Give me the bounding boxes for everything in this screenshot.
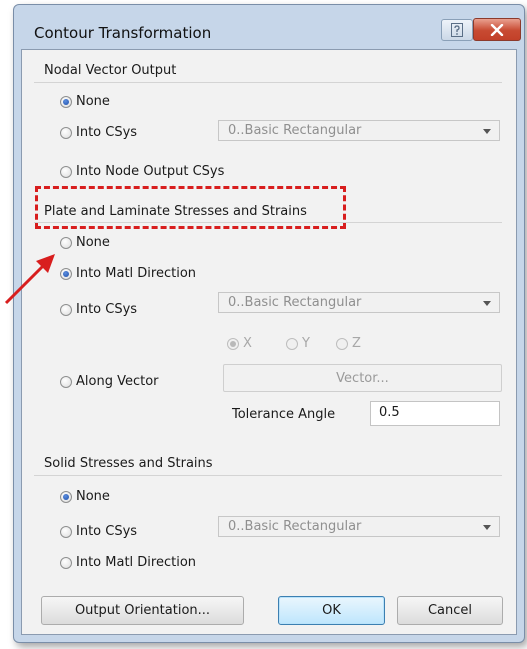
radio-indicator <box>60 267 72 280</box>
radio-indicator <box>60 525 72 538</box>
nodal-none-radio[interactable]: None <box>60 94 110 109</box>
solid-none-label: None <box>76 489 110 504</box>
solid-matl-direction-radio[interactable]: Into Matl Direction <box>60 555 196 570</box>
solid-matl-direction-label: Into Matl Direction <box>76 555 197 570</box>
radio-indicator <box>227 337 239 350</box>
nodal-csys-value: 0..Basic Rectangular <box>228 123 362 138</box>
nodal-into-node-csys-label: Into Node Output CSys <box>76 164 225 179</box>
plate-none-radio[interactable]: None <box>60 235 110 250</box>
plate-along-vector-label: Along Vector <box>76 374 159 389</box>
solid-csys-value: 0..Basic Rectangular <box>228 519 362 534</box>
solid-into-csys-label: Into CSys <box>76 524 138 539</box>
solid-none-radio[interactable]: None <box>60 489 110 504</box>
plate-axis-y-label: Y <box>302 336 310 351</box>
solid-csys-dropdown[interactable]: 0..Basic Rectangular <box>218 516 500 537</box>
tolerance-angle-input[interactable]: 0.5 <box>370 401 500 426</box>
radio-indicator <box>60 165 72 178</box>
cancel-button[interactable]: Cancel <box>397 596 503 625</box>
plate-into-csys-label: Into CSys <box>76 302 138 317</box>
contour-transformation-dialog: Contour Transformation Nodal Vector Outp… <box>13 4 525 643</box>
output-orientation-button[interactable]: Output Orientation... <box>41 596 244 625</box>
vector-button[interactable]: Vector... <box>223 364 502 392</box>
plate-axis-z-radio[interactable]: Z <box>336 336 361 351</box>
close-button[interactable] <box>473 18 521 41</box>
radio-indicator <box>60 490 72 503</box>
dialog-title: Contour Transformation <box>34 24 212 42</box>
plate-into-csys-radio[interactable]: Into CSys <box>60 302 137 317</box>
radio-indicator <box>60 375 72 388</box>
nodal-separator <box>34 82 502 83</box>
chevron-down-icon <box>483 301 491 306</box>
nodal-none-label: None <box>76 94 110 109</box>
plate-axis-y-radio[interactable]: Y <box>286 336 310 351</box>
radio-indicator <box>60 95 72 108</box>
plate-axis-x-label: X <box>243 336 252 351</box>
plate-axis-x-radio[interactable]: X <box>227 336 252 351</box>
tolerance-angle-label: Tolerance Angle <box>232 407 336 422</box>
solid-heading: Solid Stresses and Strains <box>44 456 213 471</box>
plate-matl-direction-label: Into Matl Direction <box>76 266 197 281</box>
radio-indicator <box>286 337 298 350</box>
nodal-csys-dropdown[interactable]: 0..Basic Rectangular <box>218 120 500 141</box>
solid-separator <box>34 475 502 476</box>
plate-csys-dropdown[interactable]: 0..Basic Rectangular <box>218 292 500 313</box>
chevron-down-icon <box>483 525 491 530</box>
plate-axis-z-label: Z <box>352 336 361 351</box>
solid-into-csys-radio[interactable]: Into CSys <box>60 524 137 539</box>
close-icon <box>490 23 504 36</box>
radio-indicator <box>60 126 72 139</box>
nodal-into-csys-label: Into CSys <box>76 125 138 140</box>
plate-matl-direction-radio[interactable]: Into Matl Direction <box>60 266 196 281</box>
red-arrow-icon <box>4 254 55 305</box>
ok-button[interactable]: OK <box>278 596 385 625</box>
chevron-down-icon <box>483 129 491 134</box>
nodal-into-node-csys-radio[interactable]: Into Node Output CSys <box>60 164 224 179</box>
help-icon <box>451 23 463 37</box>
dialog-body: Nodal Vector Output None Into CSys 0..Ba… <box>21 49 517 635</box>
plate-none-label: None <box>76 235 110 250</box>
radio-indicator <box>60 303 72 316</box>
help-button[interactable] <box>441 19 473 41</box>
tolerance-angle-value: 0.5 <box>379 405 400 420</box>
radio-indicator <box>60 556 72 569</box>
nodal-into-csys-radio[interactable]: Into CSys <box>60 125 137 140</box>
plate-along-vector-radio[interactable]: Along Vector <box>60 374 159 389</box>
radio-indicator <box>60 236 72 249</box>
radio-indicator <box>336 337 348 350</box>
plate-csys-value: 0..Basic Rectangular <box>228 295 362 310</box>
nodal-heading: Nodal Vector Output <box>44 63 177 78</box>
highlight-box <box>35 186 346 229</box>
